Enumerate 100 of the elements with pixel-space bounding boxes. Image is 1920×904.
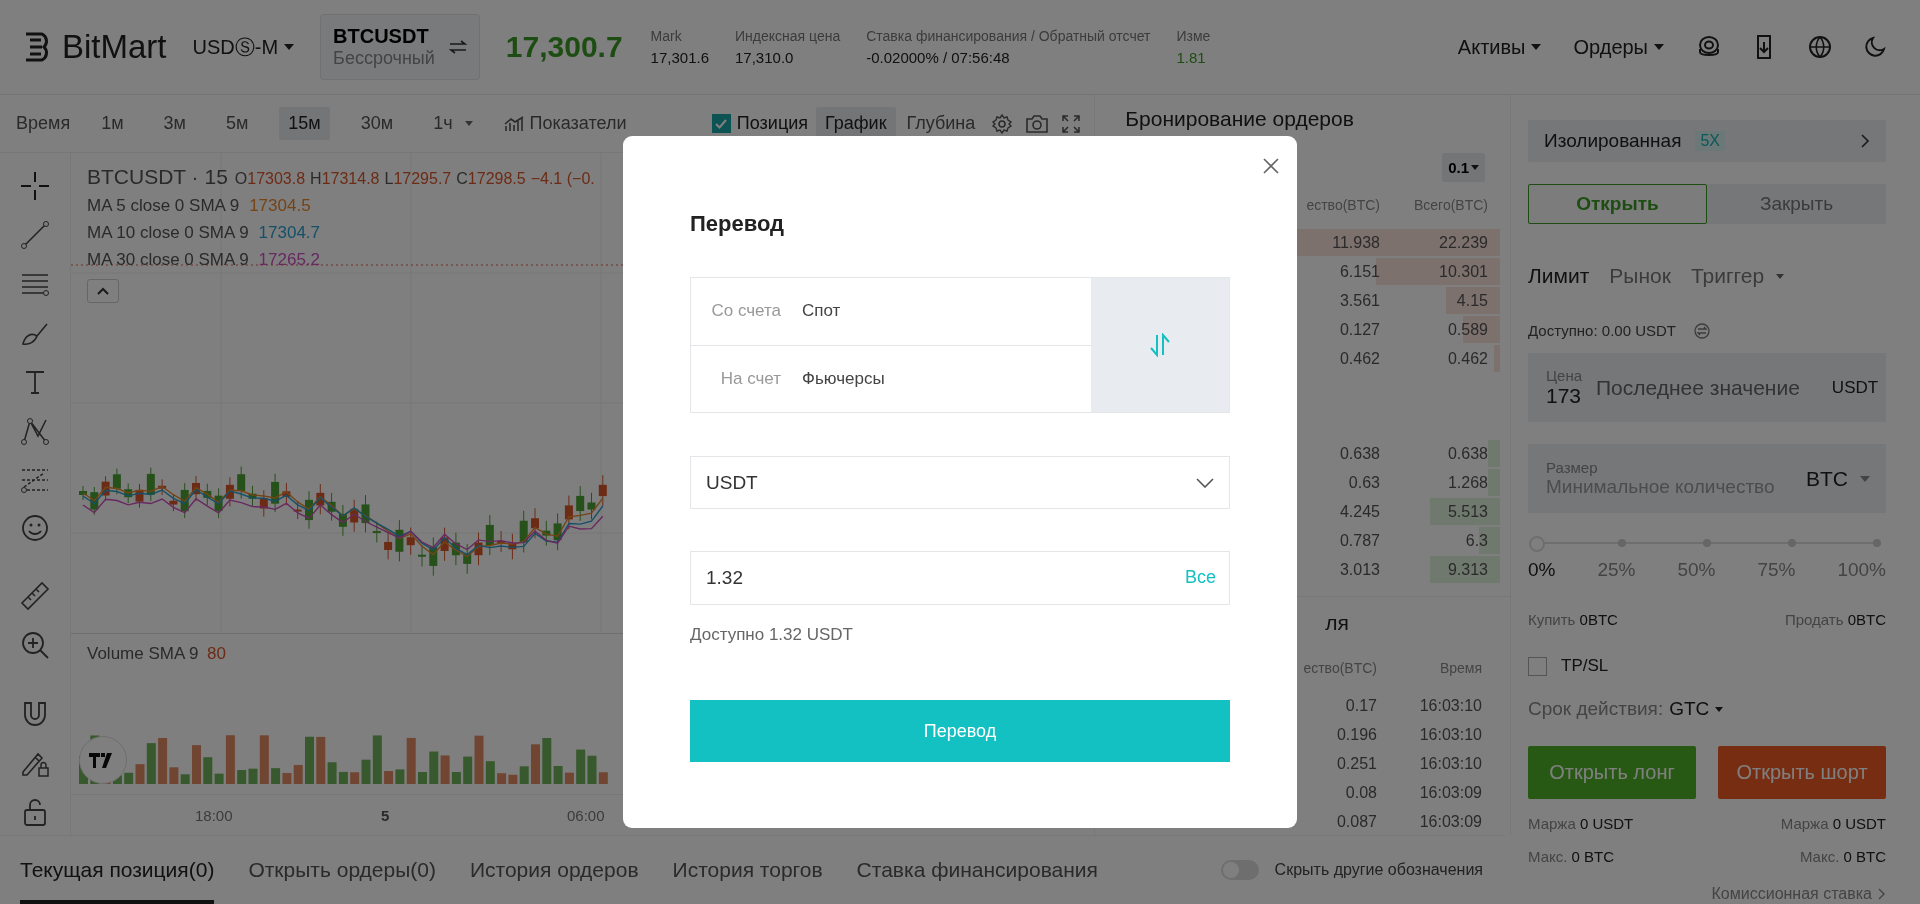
candle: [406, 527, 415, 556]
precision-select[interactable]: 0.1: [1442, 153, 1485, 182]
open-long-button[interactable]: Открыть лонг: [1528, 746, 1696, 799]
candle: [192, 475, 200, 502]
globe-icon[interactable]: [1808, 35, 1832, 59]
candle: [395, 519, 404, 562]
close-icon[interactable]: [1263, 158, 1279, 174]
position-tab[interactable]: История ордеров: [469, 836, 639, 904]
settings-icon[interactable]: [992, 113, 1013, 134]
candle: [384, 531, 393, 560]
bid-amount: 0.787: [1339, 531, 1380, 549]
swap-icon: [1149, 333, 1171, 357]
candle: [474, 532, 483, 566]
crosshair-icon[interactable]: [20, 171, 50, 201]
pattern-icon[interactable]: [20, 416, 50, 446]
camera-icon[interactable]: [1026, 114, 1049, 133]
nav-menu[interactable]: Ордеры: [1573, 35, 1664, 59]
contract-type-menu[interactable]: USDⓈ-M: [192, 33, 295, 61]
volume-bar: [576, 749, 586, 784]
from-label: Со счета: [710, 301, 781, 322]
view-tab[interactable]: Глубина: [897, 107, 985, 140]
fullscreen-icon[interactable]: [1062, 114, 1081, 133]
chevron-icon: [1196, 477, 1214, 488]
from-account[interactable]: Спот: [802, 301, 841, 322]
ma-label: MA 10 close 0 SMA 9: [87, 223, 249, 243]
margin-mode-label: Изолированная: [1544, 130, 1682, 152]
volume-bar: [271, 768, 281, 784]
brand-name[interactable]: BitMart: [62, 28, 167, 66]
all-link[interactable]: Все: [1184, 567, 1216, 588]
volume-label: Volume SMA 9: [87, 644, 199, 664]
position-tab[interactable]: История торгов: [672, 836, 823, 904]
max-info: Макс. 0 BTC: [1799, 848, 1886, 865]
side-tab[interactable]: Открыть: [1528, 184, 1707, 224]
ask-total: 0.462: [1447, 349, 1488, 367]
position-tab[interactable]: Текущая позиция(0): [20, 836, 215, 904]
percent-label[interactable]: 25%: [1597, 559, 1636, 581]
open-short-button[interactable]: Открыть шорт: [1718, 746, 1886, 799]
chart-provider-logo[interactable]: [79, 736, 127, 784]
order-type-tab[interactable]: Триггер: [1690, 264, 1785, 288]
stat-label: Изме: [1176, 28, 1211, 44]
ask-amount: 3.561: [1339, 291, 1380, 309]
volume-bar: [305, 736, 314, 784]
candle: [248, 485, 257, 508]
candle: [350, 499, 359, 533]
position-tab[interactable]: Открыть ордеры(0): [248, 836, 436, 904]
volume-bar: [429, 751, 439, 784]
transfer-button[interactable]: Перевод: [690, 700, 1230, 762]
interval-tab[interactable]: 30м: [351, 107, 403, 140]
candle: [463, 543, 472, 575]
magnet-icon[interactable]: [21, 699, 49, 729]
slider-tick[interactable]: [1788, 539, 1796, 547]
percent-label[interactable]: 100%: [1837, 559, 1886, 581]
candle: [372, 521, 381, 543]
candle: [508, 533, 517, 560]
collapse-button[interactable]: [87, 279, 119, 303]
stat-value: 1.81: [1176, 49, 1207, 66]
interval-tab[interactable]: 5м: [216, 107, 258, 140]
interval-tab[interactable]: 1м: [92, 107, 133, 140]
transfer-icon[interactable]: [1694, 322, 1710, 339]
smiley-icon[interactable]: [21, 514, 49, 542]
order-type-tab[interactable]: Лимит: [1528, 264, 1590, 288]
validity-select[interactable]: GTC: [1669, 698, 1724, 720]
candle: [135, 483, 144, 509]
candle: [293, 500, 302, 520]
nav-menu[interactable]: Активы: [1457, 35, 1542, 59]
fee-rate-link[interactable]: Комиссионная ставка: [1711, 885, 1886, 903]
ask-total: 0.589: [1447, 320, 1488, 338]
position-checkbox[interactable]: [711, 114, 731, 133]
candle: [598, 474, 607, 507]
trend-line-icon[interactable]: [20, 220, 50, 250]
position-tab[interactable]: Ставка финансирования: [856, 836, 1098, 904]
tpsl-checkbox[interactable]: [1528, 656, 1547, 676]
to-account[interactable]: Фьючерсы: [802, 368, 885, 389]
percent-label[interactable]: 75%: [1757, 559, 1796, 581]
side-tab[interactable]: Закрыть: [1707, 184, 1886, 224]
ohlc-value: L17295.7: [384, 170, 452, 188]
percent-label[interactable]: 0%: [1528, 559, 1556, 581]
order-type-tab[interactable]: Рынок: [1609, 264, 1671, 288]
ruler-icon[interactable]: [20, 581, 50, 611]
interval-tab[interactable]: 15м: [279, 107, 330, 140]
leverage-badge: 5X: [1695, 131, 1725, 151]
trade-time: 16:03:09: [1418, 812, 1482, 831]
percent-label[interactable]: 50%: [1677, 559, 1716, 581]
bid-total: 6.3: [1465, 531, 1488, 549]
indicators-button[interactable]: Показатели: [503, 113, 627, 134]
currency-select[interactable]: USDT: [690, 456, 1230, 509]
slider-tick[interactable]: [1703, 539, 1711, 547]
last-price-option[interactable]: Последнее значение: [1596, 375, 1800, 400]
margin-mode-button[interactable]: Изолированная 5X: [1528, 120, 1886, 162]
slider-tick[interactable]: [1873, 539, 1881, 547]
moon-icon[interactable]: [1864, 36, 1886, 58]
swap-icon[interactable]: [448, 40, 467, 54]
interval-tab[interactable]: 1ч: [424, 107, 482, 140]
interval-tab[interactable]: 3м: [154, 107, 195, 140]
candle: [203, 483, 212, 506]
slider-tick[interactable]: [1618, 539, 1626, 547]
size-unit-select[interactable]: BTC: [1806, 466, 1870, 491]
zoom-in-icon[interactable]: [20, 630, 50, 660]
unlock-icon[interactable]: [22, 797, 48, 827]
margin-info: Маржа 0 USDT: [1780, 815, 1886, 832]
